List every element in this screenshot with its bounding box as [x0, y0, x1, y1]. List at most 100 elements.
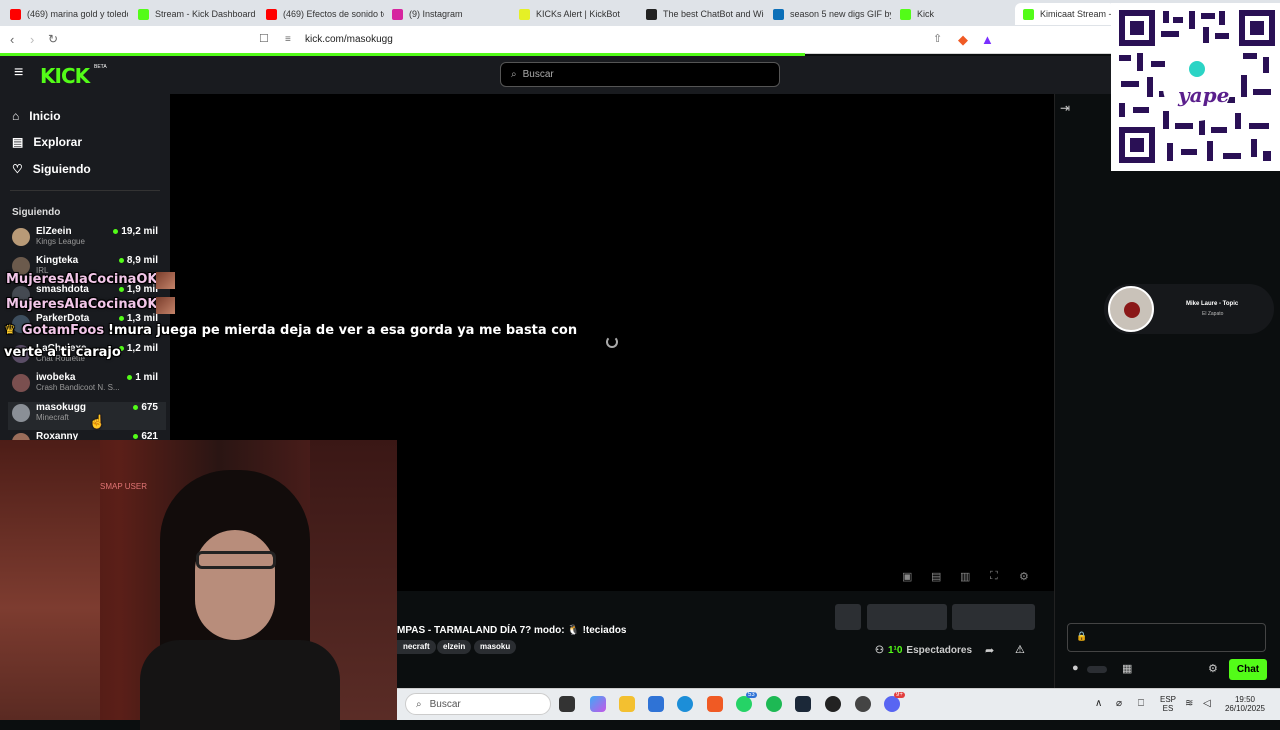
brave-rewards-icon[interactable]: ▲	[981, 32, 994, 47]
overlay-chat-message: !mura juega pe mierda deja de ver a esa …	[108, 323, 578, 338]
sidebar-item-explorar[interactable]: ▤ Explorar	[12, 135, 82, 149]
loading-spinner-icon	[606, 336, 618, 348]
overlay-chat-user: MujeresAlaCocinaOK :	[6, 297, 168, 312]
search-icon: ⌕	[416, 698, 422, 710]
kick-search-input[interactable]: ⌕ Buscar	[500, 62, 780, 87]
url-field[interactable]: kick.com/masokugg	[305, 34, 393, 45]
bookmark-icon[interactable]: ☐	[259, 32, 269, 45]
whatsapp-icon[interactable]	[736, 696, 752, 712]
chat-identity-icon[interactable]: ●	[1072, 662, 1079, 674]
stream-tag[interactable]: masoku	[474, 640, 517, 654]
wifi-icon[interactable]: ≋	[1185, 698, 1193, 709]
browser-tab[interactable]: (9) Instagram	[384, 3, 510, 25]
stream-tag[interactable]: necraft	[397, 640, 436, 654]
back-icon[interactable]: ‹	[10, 32, 14, 47]
youtube-icon	[10, 8, 21, 20]
giphy-icon	[773, 8, 784, 20]
webcam-background-left	[0, 440, 100, 720]
discord-icon[interactable]	[884, 696, 900, 712]
followed-channel[interactable]: ElZeein Kings League 19,2 mil	[12, 226, 162, 254]
webcam-glasses	[196, 551, 276, 569]
chat-settings-icon[interactable]: ⚙	[1208, 662, 1218, 675]
browser-tab[interactable]: The best ChatBot and Wid	[638, 3, 764, 25]
brave-shield-icon[interactable]: ◆	[958, 32, 968, 48]
share-icon[interactable]: ⇧	[933, 32, 942, 45]
avatar	[12, 374, 30, 392]
followed-channel[interactable]: Roxanny 621	[12, 431, 162, 440]
stream-title: MPAS - TARMALAND DÍA 7? modo: 🐧 !teciado…	[397, 625, 627, 636]
stream-tag[interactable]: elzein	[437, 640, 472, 654]
browser-tab[interactable]: (469) Efectos de sonido te	[258, 3, 384, 25]
placeholder-button	[952, 604, 1035, 630]
obs-icon[interactable]	[825, 696, 841, 712]
mouse-cursor-icon: ☝	[89, 414, 106, 429]
fullscreen-icon[interactable]: ⛶	[990, 570, 998, 583]
app-icon[interactable]	[855, 696, 871, 712]
browser-tab[interactable]: Kick	[892, 3, 1012, 25]
menu-icon[interactable]: ≡	[14, 64, 23, 82]
taskbar-search[interactable]: ⌕ Buscar	[405, 693, 551, 715]
copilot-icon[interactable]	[590, 696, 606, 712]
network-icon[interactable]: ⌀	[1116, 698, 1122, 709]
live-dot-icon	[133, 434, 139, 439]
brave-icon[interactable]	[707, 696, 723, 712]
share-icon[interactable]: ➦	[985, 644, 994, 657]
microphone-icon[interactable]: ⎕	[1138, 698, 1144, 709]
webcam-person-face	[195, 530, 275, 640]
report-icon[interactable]: ⚠	[1015, 643, 1025, 656]
live-dot-icon	[113, 229, 119, 234]
chat-input[interactable]: 🔒	[1067, 623, 1266, 652]
miniplayer-icon[interactable]: ▣	[902, 570, 912, 583]
followed-channel[interactable]: iwobeka Crash Bandicoot N. S... 1 mil	[12, 372, 162, 400]
discord-badge: 9+	[894, 692, 905, 698]
followed-channel-hovered[interactable]: masokugg Minecraft 675	[8, 402, 166, 430]
vinyl-icon	[1124, 302, 1140, 318]
spotify-icon[interactable]	[766, 696, 782, 712]
overlay-chat-user: GotamFoos :	[22, 323, 114, 338]
live-dot-icon	[118, 258, 124, 263]
instagram-icon	[392, 8, 403, 20]
kick-logo[interactable]: KICK	[40, 64, 90, 88]
gift-icon[interactable]: ▦	[1122, 662, 1132, 675]
browser-tab-active[interactable]: Kimicaat Stream - W	[1015, 3, 1115, 25]
show-hidden-icons-icon[interactable]: ∧	[1095, 698, 1102, 709]
file-explorer-icon[interactable]	[619, 696, 635, 712]
browser-tab[interactable]: (469) marina gold y toledo	[2, 3, 128, 25]
clip-icon[interactable]: ▥	[960, 570, 970, 583]
site-info-icon[interactable]: ≡	[285, 34, 291, 45]
emote-image	[156, 272, 175, 289]
volume-icon[interactable]: ◁	[1203, 698, 1211, 709]
theater-mode-icon[interactable]: ▤	[931, 570, 941, 583]
language-indicator[interactable]: ESP ES	[1160, 695, 1176, 713]
viewers-icon: ⚇	[875, 645, 884, 656]
kick-icon	[138, 8, 149, 20]
steam-icon[interactable]	[795, 696, 811, 712]
sidebar-item-siguiendo[interactable]: ♡ Siguiendo	[12, 162, 91, 176]
clock[interactable]: 19:50 26/10/2025	[1220, 695, 1270, 713]
browser-tab[interactable]: Stream - Kick Dashboard	[130, 3, 256, 25]
forward-icon[interactable]: ›	[30, 32, 34, 47]
send-chat-button[interactable]: Chat	[1229, 659, 1267, 680]
overlay-chat-message: verte a ti carajo	[4, 345, 121, 360]
task-view-icon[interactable]	[559, 696, 575, 712]
sidebar-item-inicio[interactable]: ⌂ Inicio	[12, 109, 61, 123]
reload-icon[interactable]: ↻	[48, 32, 58, 46]
live-dot-icon	[118, 287, 124, 292]
browser-tab[interactable]: season 5 new digs GIF by	[765, 3, 891, 25]
settings-gear-icon[interactable]: ⚙	[1019, 570, 1029, 583]
edge-icon[interactable]	[677, 696, 693, 712]
overlay-chat-user: MujeresAlaCocinaOK :	[6, 272, 168, 287]
crown-icon: ♛	[4, 323, 16, 338]
avatar	[12, 228, 30, 246]
search-icon: ⌕	[511, 69, 517, 80]
yape-logo: yape	[1178, 83, 1230, 107]
browser-tab[interactable]: KICKs Alert | KickBot	[511, 3, 637, 25]
kick-icon	[900, 8, 911, 20]
store-icon[interactable]	[648, 696, 664, 712]
kickbot-icon	[519, 8, 530, 20]
collapse-chat-icon[interactable]: ⇥	[1060, 101, 1070, 115]
now-playing-title: Mike Laure - Topic	[1186, 301, 1239, 307]
chat-panel	[1054, 94, 1280, 688]
placeholder-toggle	[1087, 666, 1107, 673]
live-dot-icon	[127, 375, 133, 380]
